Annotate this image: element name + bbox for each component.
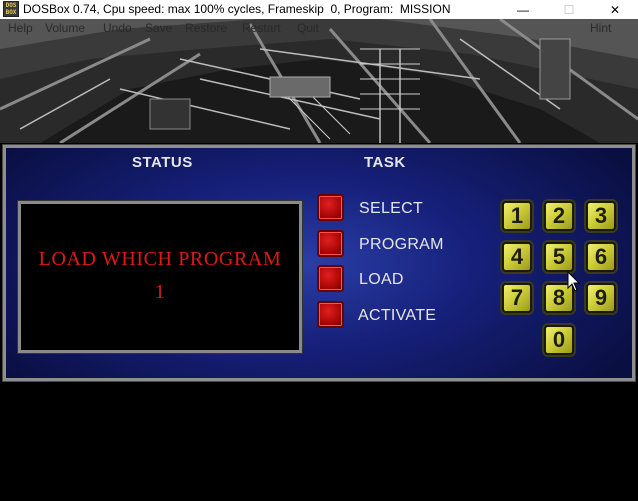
select-button[interactable] [317, 194, 344, 221]
keypad-7[interactable]: 7 [502, 283, 532, 313]
maximize-icon: ☐ [563, 2, 575, 17]
mission-control-panel: STATUS TASK LOAD WHICH PROGRAM 1 SELECT … [2, 144, 636, 382]
status-message: LOAD WHICH PROGRAM [38, 248, 282, 270]
status-value: 1 [154, 281, 166, 303]
menu-help[interactable]: Help [8, 21, 33, 35]
menu-volume[interactable]: Volume [45, 21, 85, 35]
menu-hint[interactable]: Hint [590, 21, 611, 35]
task-heading: TASK [364, 154, 406, 171]
keypad-0[interactable]: 0 [544, 325, 574, 355]
load-label: LOAD [359, 271, 404, 288]
menu-quit[interactable]: Quit [297, 21, 319, 35]
program-label: PROGRAM [359, 236, 444, 253]
keypad-2[interactable]: 2 [544, 201, 574, 231]
keypad-1[interactable]: 1 [502, 201, 532, 231]
close-icon: ✕ [609, 2, 621, 17]
minimize-icon: — [517, 2, 529, 17]
dosbox-app-icon: DOS BOX [3, 1, 19, 17]
keypad-6[interactable]: 6 [586, 242, 616, 272]
menu-restart[interactable]: Restart [242, 21, 281, 35]
menu-undo[interactable]: Undo [103, 21, 132, 35]
space-station-scene [0, 19, 638, 143]
window-title: DOSBox 0.74, Cpu speed: max 100% cycles,… [23, 2, 451, 16]
select-label: SELECT [359, 200, 424, 217]
load-button[interactable] [317, 265, 344, 292]
keypad-9[interactable]: 9 [586, 283, 616, 313]
program-button[interactable] [317, 230, 344, 257]
mouse-pointer-icon [567, 271, 581, 292]
keypad-3[interactable]: 3 [586, 201, 616, 231]
menu-restore[interactable]: Restore [185, 21, 227, 35]
minimize-button[interactable]: — [500, 0, 546, 19]
keypad-5[interactable]: 5 [544, 242, 574, 272]
menu-bar: Help Volume Undo Save Restore Restart Qu… [0, 19, 638, 37]
menu-save[interactable]: Save [145, 21, 172, 35]
status-display: LOAD WHICH PROGRAM 1 [17, 200, 303, 354]
keypad-4[interactable]: 4 [502, 242, 532, 272]
status-heading: STATUS [132, 154, 193, 171]
activate-button[interactable] [317, 301, 344, 328]
close-button[interactable]: ✕ [592, 0, 638, 19]
window-title-bar[interactable]: DOS BOX DOSBox 0.74, Cpu speed: max 100%… [0, 0, 638, 19]
activate-label: ACTIVATE [358, 307, 437, 324]
maximize-button[interactable]: ☐ [546, 0, 592, 19]
